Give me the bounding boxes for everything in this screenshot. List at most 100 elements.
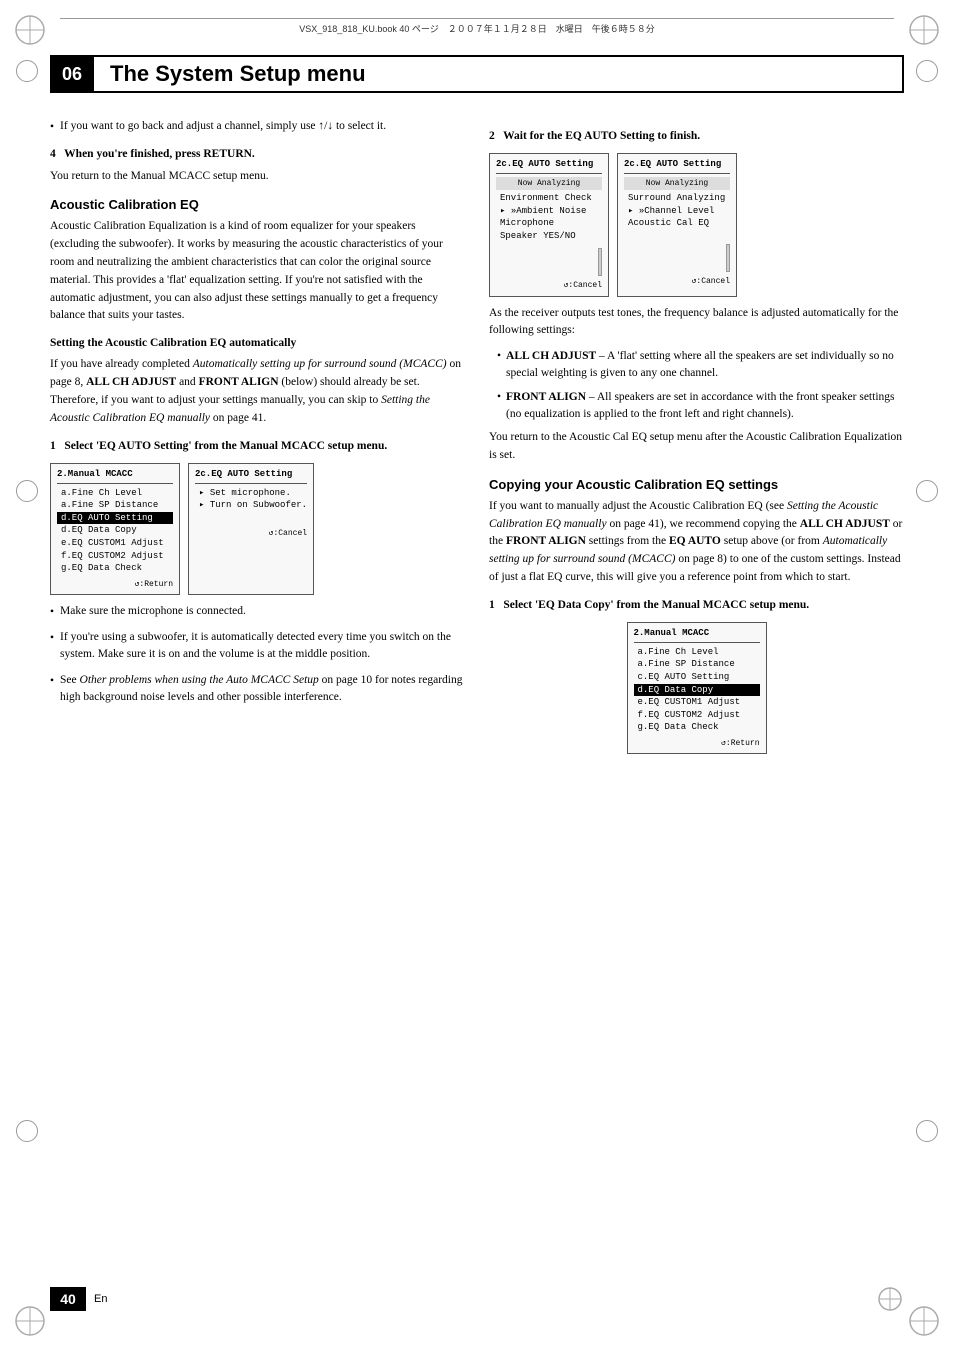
bullet-mic-text: Make sure the microphone is connected.	[60, 603, 246, 621]
corner-mark-tr	[904, 10, 944, 50]
page-footer: 40 En	[50, 1287, 107, 1311]
step4-body: You return to the Manual MCACC setup men…	[50, 168, 465, 186]
screen2-title: 2c.EQ AUTO Setting	[195, 468, 307, 484]
side-reg-left-top	[16, 60, 38, 82]
progress-bar-1	[598, 248, 602, 276]
bullet-microphone: • Make sure the microphone is connected.	[50, 603, 465, 621]
bullet-allch-text: ALL CH ADJUST – A 'flat' setting where a…	[506, 348, 904, 383]
step4-heading: 4 When you're finished, press RETURN.	[50, 146, 465, 163]
bullet-front-text: FRONT ALIGN – All speakers are set in ac…	[506, 389, 904, 424]
bullet-other-problems: • See Other problems when using the Auto…	[50, 672, 465, 707]
two-col-layout: • If you want to go back and adjust a ch…	[50, 118, 904, 762]
screen3-title: 2c.EQ AUTO Setting	[496, 158, 602, 174]
bullet-subwoofer: • If you're using a subwoofer, it is aut…	[50, 629, 465, 664]
return-text: You return to the Acoustic Cal EQ setup …	[489, 429, 904, 465]
step4-label: When you're finished, press RETURN.	[64, 148, 255, 160]
screen3-env: Environment Check	[496, 192, 602, 205]
bold-eq-auto: EQ AUTO	[669, 535, 721, 547]
step2-heading: 2 Wait for the EQ AUTO Setting to finish…	[489, 128, 904, 145]
screen-analyzing-1: 2c.EQ AUTO Setting Now Analyzing Environ…	[489, 153, 609, 296]
italic-manual-eq: Setting the Acoustic Calibration EQ manu…	[50, 394, 430, 424]
top-bar: VSX_918_818_KU.book 40 ページ ２００７年１１月２８日 水…	[60, 18, 894, 35]
copy-screen-item-2: a.Fine SP Distance	[634, 658, 760, 671]
after-analyze-text: As the receiver outputs test tones, the …	[489, 305, 904, 341]
chapter-header: 06 The System Setup menu	[50, 55, 904, 93]
copying-body: If you want to manually adjust the Acous…	[489, 498, 904, 587]
copy-screen-item-3: c.EQ AUTO Setting	[634, 671, 760, 684]
screen2-item-1: Set microphone.	[195, 487, 307, 500]
screen4-footer: ↺:Cancel	[624, 276, 730, 287]
main-content: • If you want to go back and adjust a ch…	[50, 110, 904, 762]
screen3-speaker: Speaker YES/NO	[496, 230, 602, 243]
bullet-other-text: See Other problems when using the Auto M…	[60, 672, 465, 707]
screen3-ambient: »Ambient Noise	[496, 205, 602, 218]
step4-number: 4	[50, 148, 56, 160]
side-reg-right-mid	[916, 480, 938, 502]
step2-label: 2 Wait for the EQ AUTO Setting to finish…	[489, 130, 700, 142]
step1-heading: 1 Select 'EQ AUTO Setting' from the Manu…	[50, 438, 465, 455]
bullet-front-align: • FRONT ALIGN – All speakers are set in …	[489, 389, 904, 424]
screen4-acoustic: Acoustic Cal EQ	[624, 217, 730, 230]
bold-front-align-3: FRONT ALIGN	[506, 535, 586, 547]
screen1-item-7: g.EQ Data Check	[57, 562, 173, 575]
bold-all-ch-3: ALL CH ADJUST	[800, 518, 890, 530]
chapter-title: The System Setup menu	[110, 61, 366, 87]
bullet-dot-front: •	[497, 389, 501, 424]
side-reg-left-mid	[16, 480, 38, 502]
copy-screen-footer: ↺:Return	[634, 738, 760, 749]
page-lang: En	[94, 1293, 107, 1305]
copy-step1-label: 1 Select 'EQ Data Copy' from the Manual …	[489, 599, 809, 611]
screen1-item-3: d.EQ AUTO Setting	[57, 512, 173, 525]
auto-eq-sub-body: If you have already completed Automatica…	[50, 356, 465, 427]
bold-all-ch-2: ALL CH ADJUST	[506, 350, 596, 362]
copy-screen-item-4: d.EQ Data Copy	[634, 684, 760, 697]
italic-auto-setting: Automatically setting up for surround so…	[193, 358, 447, 370]
screen-eq-auto: 2c.EQ AUTO Setting Set microphone. Turn …	[188, 463, 314, 595]
bold-front-align-2: FRONT ALIGN	[506, 391, 586, 403]
screen1-footer: ↺:Return	[57, 579, 173, 590]
screen1-title: 2.Manual MCACC	[57, 468, 173, 484]
step4-heading-text: 4 When you're finished, press RETURN.	[50, 148, 255, 160]
screen-analyzing-2: 2c.EQ AUTO Setting Now Analyzing Surroun…	[617, 153, 737, 296]
copy-step1-heading: 1 Select 'EQ Data Copy' from the Manual …	[489, 597, 904, 614]
corner-mark-br	[904, 1301, 944, 1341]
screen-manual-mcacc: 2.Manual MCACC a.Fine Ch Level a.Fine SP…	[50, 463, 180, 595]
screen2-item-2: Turn on Subwoofer.	[195, 499, 307, 512]
screen1-item-4: d.EQ Data Copy	[57, 524, 173, 537]
left-column: • If you want to go back and adjust a ch…	[50, 118, 465, 762]
copy-screen-container: 2.Manual MCACC a.Fine Ch Level a.Fine SP…	[489, 622, 904, 754]
bullet-dot-sub: •	[50, 630, 54, 664]
copy-screen-title: 2.Manual MCACC	[634, 627, 760, 643]
bold-front-align: FRONT ALIGN	[199, 376, 279, 388]
intro-bullet-text: If you want to go back and adjust a chan…	[60, 118, 386, 136]
auto-eq-sub-heading: Setting the Acoustic Calibration EQ auto…	[50, 335, 465, 352]
bullet-dot-other: •	[50, 673, 54, 707]
step2-screens: 2c.EQ AUTO Setting Now Analyzing Environ…	[489, 153, 904, 296]
screen1-item-5: e.EQ CUSTOM1 Adjust	[57, 537, 173, 550]
side-reg-right-bot	[916, 1120, 938, 1142]
bullet-sub-text: If you're using a subwoofer, it is autom…	[60, 629, 465, 664]
step1-label: 1 Select 'EQ AUTO Setting' from the Manu…	[50, 440, 387, 452]
acoustic-eq-heading: Acoustic Calibration EQ	[50, 197, 465, 212]
screen4-analyzing: Now Analyzing	[624, 177, 730, 190]
bold-all-ch: ALL CH ADJUST	[86, 376, 176, 388]
bullet-dot-mic: •	[50, 604, 54, 621]
screen3-mic: Microphone	[496, 217, 602, 230]
bullet-dot-allch: •	[497, 348, 501, 383]
step1-screens: 2.Manual MCACC a.Fine Ch Level a.Fine SP…	[50, 463, 465, 595]
screen4-title: 2c.EQ AUTO Setting	[624, 158, 730, 174]
right-column: 2 Wait for the EQ AUTO Setting to finish…	[489, 118, 904, 762]
side-reg-left-bot	[16, 1120, 38, 1142]
screen3-analyzing: Now Analyzing	[496, 177, 602, 190]
intro-bullet: • If you want to go back and adjust a ch…	[50, 118, 465, 136]
progress-bar-2	[726, 244, 730, 272]
screen2-footer: ↺:Cancel	[195, 528, 307, 539]
screen1-item-2: a.Fine SP Distance	[57, 499, 173, 512]
top-bar-text: VSX_918_818_KU.book 40 ページ ２００７年１１月２８日 水…	[299, 24, 654, 34]
acoustic-eq-body: Acoustic Calibration Equalization is a k…	[50, 218, 465, 325]
corner-mark-bl	[10, 1301, 50, 1341]
screen1-item-1: a.Fine Ch Level	[57, 487, 173, 500]
side-reg-right-top	[916, 60, 938, 82]
page-number: 40	[50, 1287, 86, 1311]
screen4-channel: »Channel Level	[624, 205, 730, 218]
